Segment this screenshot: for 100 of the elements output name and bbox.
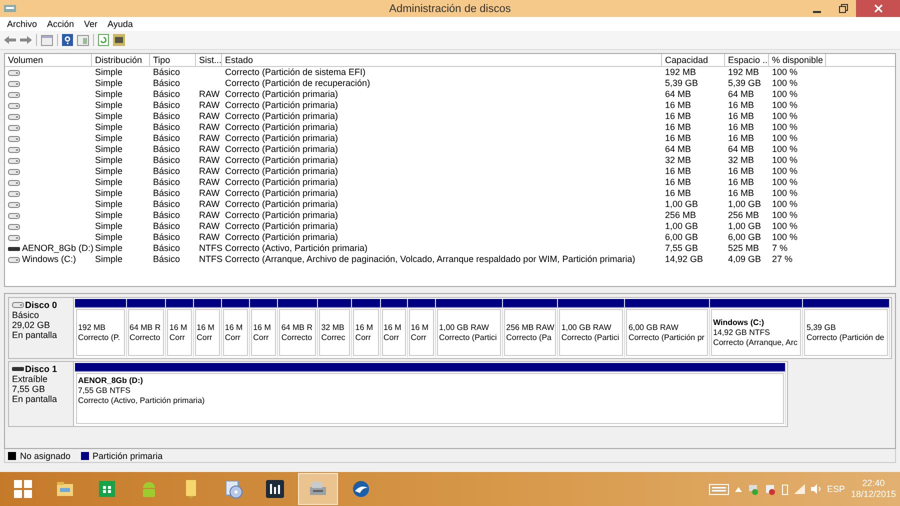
caret-up-icon[interactable] [734,486,742,492]
store-icon[interactable] [96,478,118,500]
partition-block[interactable]: Windows (C:) 14,92 GB NTFS Correcto (Arranque, Arc [711,309,802,356]
disk-info: 29,02 GB [12,320,52,330]
partition-block[interactable]: 16 M Corr [408,309,434,356]
partition-block[interactable]: 32 MB Correc [319,309,350,356]
column-header[interactable]: Sist... [196,54,222,66]
partition-info: Correcto [281,332,314,342]
legend-label: Partición primaria [92,450,163,460]
close-icon [874,4,882,13]
partition-block[interactable]: 16 M Corr [167,309,192,356]
partition-info: Correc [321,332,346,342]
partition-block[interactable]: 16 M Corr [222,309,248,356]
partition-block[interactable]: 6,00 GB RAW Correcto (Partición pr [626,309,708,356]
table-cell: Básico [153,67,180,78]
table-cell: Simple [95,232,123,243]
table-cell: RAW [199,111,220,122]
drive-icon [8,134,20,142]
table-cell: NTFS [199,243,222,254]
table-cell: Básico [153,155,180,166]
partition-info: 16 M [224,322,244,332]
partition-block[interactable]: 256 MB RAW Correcto (Pa [504,309,556,356]
table-cell: 192 MB [728,67,760,78]
table-cell: 6,00 GB [728,232,762,243]
panel-icon[interactable] [41,34,53,46]
table-cell: Básico [153,232,180,243]
partition-block[interactable]: 64 MB R Correcto [279,309,316,356]
column-header[interactable]: Estado [222,54,662,66]
drive-icon [8,234,20,242]
table-cell: Básico [153,221,180,232]
partition-info: Corr [196,332,214,342]
partition-info: 1,00 GB RAW [439,322,490,332]
disk-label-panel[interactable]: Disco 1 Extraíble 7,55 GB En pantalla [8,361,73,427]
partition-block[interactable]: 64 MB R Correcto [128,309,164,356]
partition-block[interactable]: 1,00 GB RAW Correcto (Partici [437,309,502,356]
disk-info: 7,55 GB [12,384,46,394]
partition-name: AENOR_8Gb (D:) [78,376,144,386]
partition-block[interactable]: 1,00 GB RAW Correcto (Partici [559,309,624,356]
disk-info: Básico [12,310,40,320]
table-cell: RAW [199,89,220,100]
column-header[interactable]: Distribución [92,54,150,66]
column-header[interactable]: % disponible [769,54,826,66]
partition-block[interactable]: 16 M Corr [353,309,379,356]
window-title: Administración de discos [389,2,511,14]
speaker-icon[interactable] [810,484,821,494]
disk-info: En pantalla [12,394,58,404]
table-cell: Correcto (Partición primaria) [225,111,338,122]
panel-icon[interactable] [77,34,89,46]
column-header[interactable]: Tipo [150,54,196,66]
forward-icon[interactable] [20,35,32,45]
table-cell: 100 % [772,144,798,155]
partition-block[interactable]: 5,39 GB Correcto (Partición de [804,309,888,356]
start-icon [14,480,32,498]
back-icon[interactable] [4,35,16,45]
table-cell: Básico [153,243,180,254]
close-button[interactable] [856,0,900,17]
table-cell: 16 MB [728,188,754,199]
column-header[interactable]: Espacio ... [725,54,769,66]
menu-item[interactable]: Ayuda [102,19,138,29]
partition-block[interactable]: 192 MB Correcto (P. [76,309,124,356]
keyboard-icon[interactable] [708,484,729,494]
properties-icon[interactable] [113,34,125,46]
menu-item[interactable]: Acción [42,19,80,29]
partition-block[interactable]: AENOR_8Gb (D:) 7,55 GB NTFS Correcto (Activo, Partición primaria) [76,373,784,424]
partition-bar [352,299,380,308]
minimize-icon [813,10,821,12]
mail-bird-icon[interactable] [350,478,372,500]
partition-info: Corr [384,332,400,342]
table-cell: Simple [95,111,123,122]
partition-block[interactable]: 16 M Corr [194,309,220,356]
menu-item[interactable]: Archivo [2,19,42,29]
table-cell: Correcto (Partición primaria) [225,89,338,100]
table-cell: 100 % [772,232,798,243]
partition-info: 64 MB R [130,322,162,332]
table-cell: Correcto (Activo, Partición primaria) [225,243,368,254]
column-header[interactable]: Capacidad [662,54,725,66]
table-cell: 16 MB [728,177,754,188]
table-cell: Correcto (Partición primaria) [225,177,338,188]
help-icon[interactable] [62,34,73,46]
menu-item[interactable]: Ver [79,19,103,29]
signal-icon[interactable] [794,484,805,494]
refresh-icon[interactable] [98,34,109,46]
table-cell: Correcto (Partición de sistema EFI) [225,67,366,78]
battery-icon[interactable] [782,484,788,494]
table-cell: Correcto (Partición primaria) [225,133,338,144]
table-cell: Básico [153,111,180,122]
drive-icon [8,68,20,76]
column-header[interactable]: Volumen [5,54,92,66]
disk-label-panel[interactable]: Disco 0 Básico 29,02 GB En pantalla [8,297,73,359]
table-cell: Básico [153,210,180,221]
partition-block[interactable]: 16 M Corr [382,309,406,356]
table-cell: RAW [199,155,220,166]
partition-info: 32 MB [321,322,346,332]
partition-block[interactable]: 16 M Corr [251,309,276,356]
partition-info: 16 M [384,322,402,332]
table-cell: Correcto (Partición primaria) [225,210,338,221]
table-cell: 64 MB [728,89,754,100]
drive-icon [12,301,24,309]
disk-name: Disco 0 [25,300,58,310]
equalizer-icon[interactable] [264,478,286,500]
